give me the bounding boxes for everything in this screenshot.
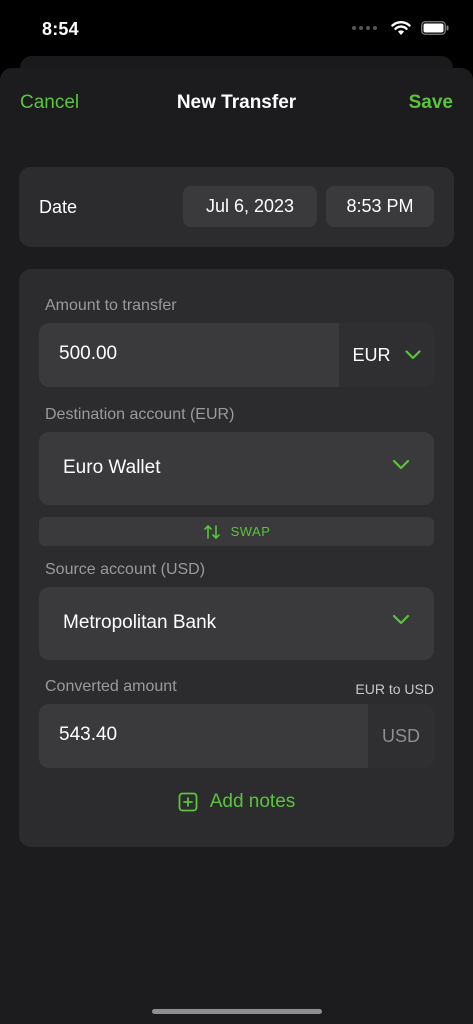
add-notes-label: Add notes bbox=[209, 791, 296, 812]
destination-label: Destination account (EUR) bbox=[45, 406, 235, 423]
destination-account-select[interactable]: Euro Wallet bbox=[39, 432, 434, 505]
converted-currency-label: USD bbox=[368, 704, 434, 768]
converted-label: Converted amount bbox=[45, 678, 177, 695]
source-label: Source account (USD) bbox=[45, 561, 206, 578]
plus-square-icon bbox=[178, 792, 198, 812]
amount-label: Amount to transfer bbox=[45, 297, 177, 314]
converted-amount-input[interactable]: 543.40 bbox=[59, 724, 117, 746]
date-label: Date bbox=[39, 197, 78, 217]
source-account-select[interactable]: Metropolitan Bank bbox=[39, 587, 434, 660]
swap-button[interactable]: SWAP bbox=[39, 517, 434, 546]
transfer-form-card: Amount to transfer 500.00 EUR Destinatio… bbox=[19, 269, 454, 847]
nav-bar: Cancel New Transfer Save bbox=[0, 68, 473, 140]
battery-icon bbox=[421, 21, 449, 35]
status-icons bbox=[352, 20, 449, 36]
save-button[interactable]: Save bbox=[409, 92, 453, 114]
add-notes-button[interactable]: Add notes bbox=[19, 791, 454, 813]
converted-amount-field[interactable]: 543.40 USD bbox=[39, 704, 434, 768]
currency-selector[interactable]: EUR bbox=[339, 323, 434, 387]
chevron-down-icon bbox=[404, 350, 421, 360]
signal-icon bbox=[352, 26, 377, 30]
amount-input[interactable]: 500.00 bbox=[59, 343, 117, 365]
currency-label: EUR bbox=[352, 344, 391, 365]
transfer-sheet: Cancel New Transfer Save Date Jul 6, 202… bbox=[0, 68, 473, 1024]
swap-arrows-icon bbox=[203, 524, 220, 539]
source-account-name: Metropolitan Bank bbox=[63, 612, 217, 633]
status-bar: 8:54 bbox=[0, 0, 473, 58]
page-title: New Transfer bbox=[176, 92, 297, 113]
chevron-down-icon bbox=[392, 459, 410, 470]
amount-field[interactable]: 500.00 EUR bbox=[39, 323, 434, 387]
time-picker-button[interactable]: 8:53 PM bbox=[326, 186, 434, 227]
destination-account-name: Euro Wallet bbox=[63, 457, 161, 478]
home-indicator bbox=[152, 1009, 322, 1014]
exchange-rate-label: EUR to USD bbox=[355, 681, 434, 697]
date-picker-button[interactable]: Jul 6, 2023 bbox=[183, 186, 317, 227]
chevron-down-icon bbox=[392, 614, 410, 625]
status-time: 8:54 bbox=[42, 19, 79, 39]
wifi-icon bbox=[391, 21, 411, 35]
date-card: Date Jul 6, 2023 8:53 PM bbox=[19, 167, 454, 247]
swap-label: SWAP bbox=[230, 524, 271, 539]
